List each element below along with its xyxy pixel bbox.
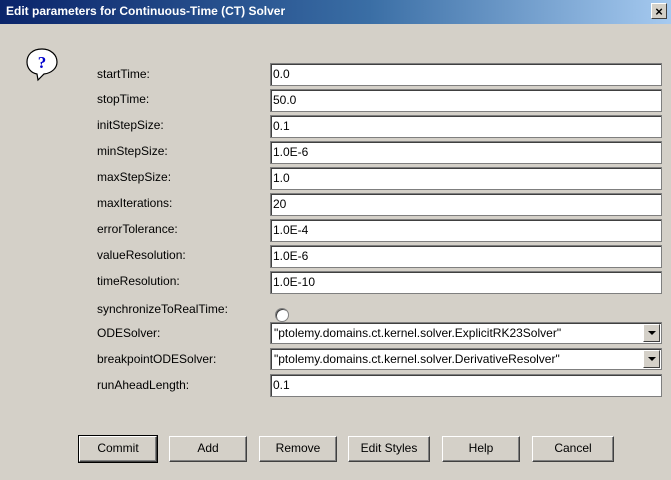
title-bar: Edit parameters for Continuous-Time (CT)… [0, 0, 671, 24]
add-button[interactable]: Add [169, 436, 247, 462]
odesolver-label: ODESolver: [97, 326, 161, 340]
initstepsize-label: initStepSize: [97, 118, 164, 132]
runaheadlength-label: runAheadLength: [97, 378, 190, 392]
starttime-label: startTime: [97, 67, 150, 81]
synchronizetorealtime-radio[interactable] [275, 308, 289, 322]
minstepsize-field[interactable]: 1.0E-6 [270, 141, 662, 164]
help-button[interactable]: Help [442, 436, 520, 462]
maxstepsize-label: maxStepSize: [97, 170, 172, 184]
maxstepsize-field[interactable]: 1.0 [270, 167, 662, 190]
close-button[interactable]: × [651, 3, 667, 19]
stoptime-field[interactable]: 50.0 [270, 89, 662, 112]
minstepsize-label: minStepSize: [97, 144, 168, 158]
question-icon: ? [26, 48, 58, 82]
cancel-button[interactable]: Cancel [532, 436, 614, 462]
errortolerance-field[interactable]: 1.0E-4 [270, 219, 662, 242]
odesolver-dropdown-button[interactable] [643, 324, 660, 342]
runaheadlength-field[interactable]: 0.1 [270, 374, 662, 397]
commit-button[interactable]: Commit [78, 435, 158, 463]
maxiterations-label: maxIterations: [97, 196, 173, 210]
odesolver-select[interactable]: "ptolemy.domains.ct.kernel.solver.Explic… [270, 322, 662, 344]
breakpointodesolver-value: "ptolemy.domains.ct.kernel.solver.Deriva… [274, 352, 560, 366]
synchronizetorealtime-label: synchronizeToRealTime: [97, 302, 228, 316]
svg-text:?: ? [38, 53, 47, 72]
timeresolution-field[interactable]: 1.0E-10 [270, 271, 662, 294]
initstepsize-field[interactable]: 0.1 [270, 115, 662, 138]
breakpointodesolver-select[interactable]: "ptolemy.domains.ct.kernel.solver.Deriva… [270, 348, 662, 370]
remove-button[interactable]: Remove [259, 436, 337, 462]
stoptime-label: stopTime: [97, 92, 150, 106]
breakpointodesolver-label: breakpointODESolver: [97, 352, 217, 366]
valueresolution-label: valueResolution: [97, 248, 186, 262]
timeresolution-label: timeResolution: [97, 274, 180, 288]
window-title: Edit parameters for Continuous-Time (CT)… [6, 4, 286, 18]
maxiterations-field[interactable]: 20 [270, 193, 662, 216]
breakpointodesolver-dropdown-button[interactable] [643, 350, 660, 368]
edit-styles-button[interactable]: Edit Styles [348, 436, 430, 462]
errortolerance-label: errorTolerance: [97, 222, 178, 236]
odesolver-value: "ptolemy.domains.ct.kernel.solver.Explic… [274, 326, 562, 340]
valueresolution-field[interactable]: 1.0E-6 [270, 245, 662, 268]
starttime-field[interactable]: 0.0 [270, 63, 662, 86]
